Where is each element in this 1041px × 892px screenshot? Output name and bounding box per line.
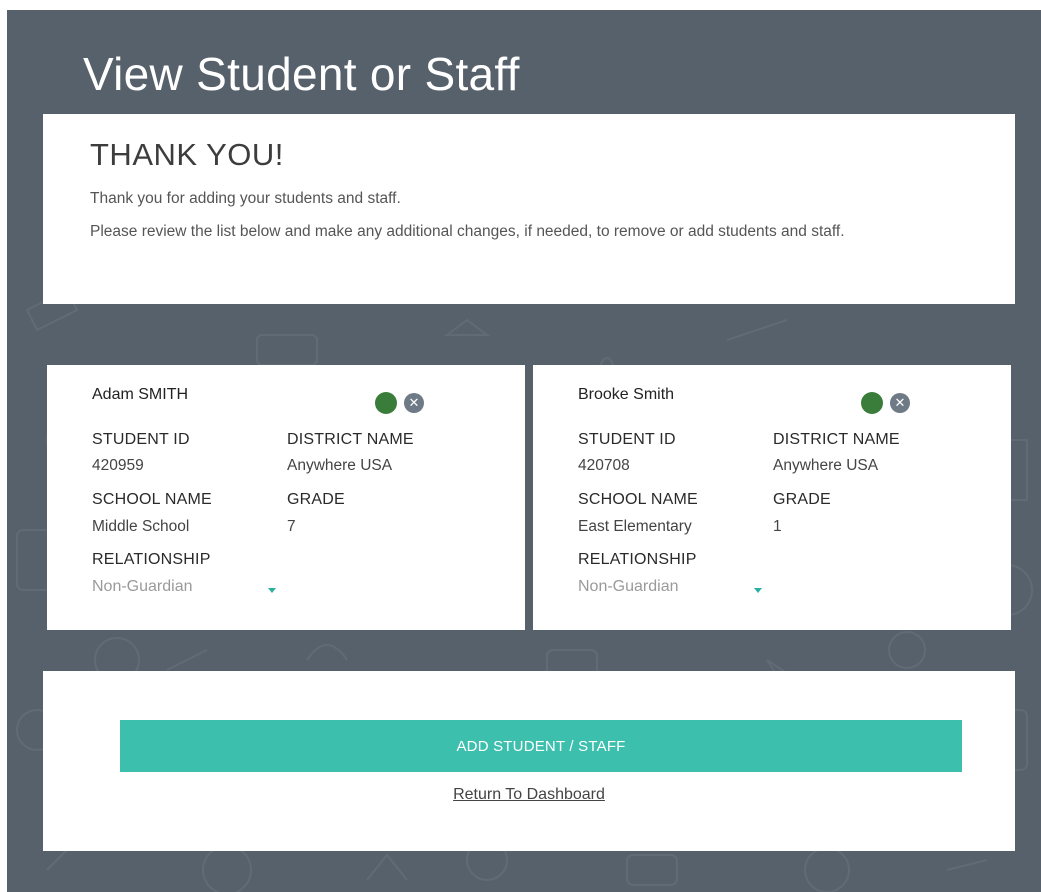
relationship-select[interactable]: Non-Guardian: [92, 578, 292, 600]
student-id-value: 420959: [92, 457, 144, 474]
add-student-staff-button[interactable]: ADD STUDENT / STAFF: [120, 720, 962, 772]
relationship-label: RELATIONSHIP: [578, 551, 697, 568]
close-circle-icon[interactable]: ✕: [890, 393, 910, 413]
relationship-value: Non-Guardian: [578, 578, 679, 595]
student-card: Brooke Smith ✕ STUDENT ID DISTRICT NAME …: [533, 365, 1011, 630]
review-instructions: Please review the list below and make an…: [90, 223, 845, 240]
grade-value: 7: [287, 518, 296, 535]
school-name-value: East Elementary: [578, 518, 692, 535]
relationship-value: Non-Guardian: [92, 578, 193, 595]
thank-you-message: Thank you for adding your students and s…: [90, 190, 401, 207]
relationship-select[interactable]: Non-Guardian: [578, 578, 778, 600]
thank-you-heading: THANK YOU!: [90, 137, 284, 172]
grade-label: GRADE: [287, 491, 345, 508]
district-name-value: Anywhere USA: [287, 457, 393, 474]
student-name: Adam SMITH: [92, 386, 189, 403]
student-name: Brooke Smith: [578, 386, 675, 403]
status-dot-icon: [861, 392, 883, 414]
district-name-value: Anywhere USA: [773, 457, 879, 474]
school-name-label: SCHOOL NAME: [578, 491, 698, 508]
school-name-value: Middle School: [92, 518, 190, 535]
return-to-dashboard-link[interactable]: Return To Dashboard: [43, 786, 1015, 804]
close-circle-icon[interactable]: ✕: [404, 393, 424, 413]
caret-down-icon: [268, 588, 276, 593]
caret-down-icon: [754, 588, 762, 593]
student-id-label: STUDENT ID: [92, 431, 190, 448]
student-id-value: 420708: [578, 457, 630, 474]
grade-label: GRADE: [773, 491, 831, 508]
student-id-label: STUDENT ID: [578, 431, 676, 448]
district-name-label: DISTRICT NAME: [773, 431, 900, 448]
school-name-label: SCHOOL NAME: [92, 491, 212, 508]
thank-you-panel: THANK YOU! Thank you for adding your stu…: [43, 114, 1015, 304]
student-card: Adam SMITH ✕ STUDENT ID DISTRICT NAME 42…: [47, 365, 525, 630]
grade-value: 1: [773, 518, 782, 535]
district-name-label: DISTRICT NAME: [287, 431, 414, 448]
page-title: View Student or Staff: [83, 48, 520, 100]
relationship-label: RELATIONSHIP: [92, 551, 211, 568]
status-dot-icon: [375, 392, 397, 414]
actions-panel: ADD STUDENT / STAFF Return To Dashboard: [43, 671, 1015, 851]
